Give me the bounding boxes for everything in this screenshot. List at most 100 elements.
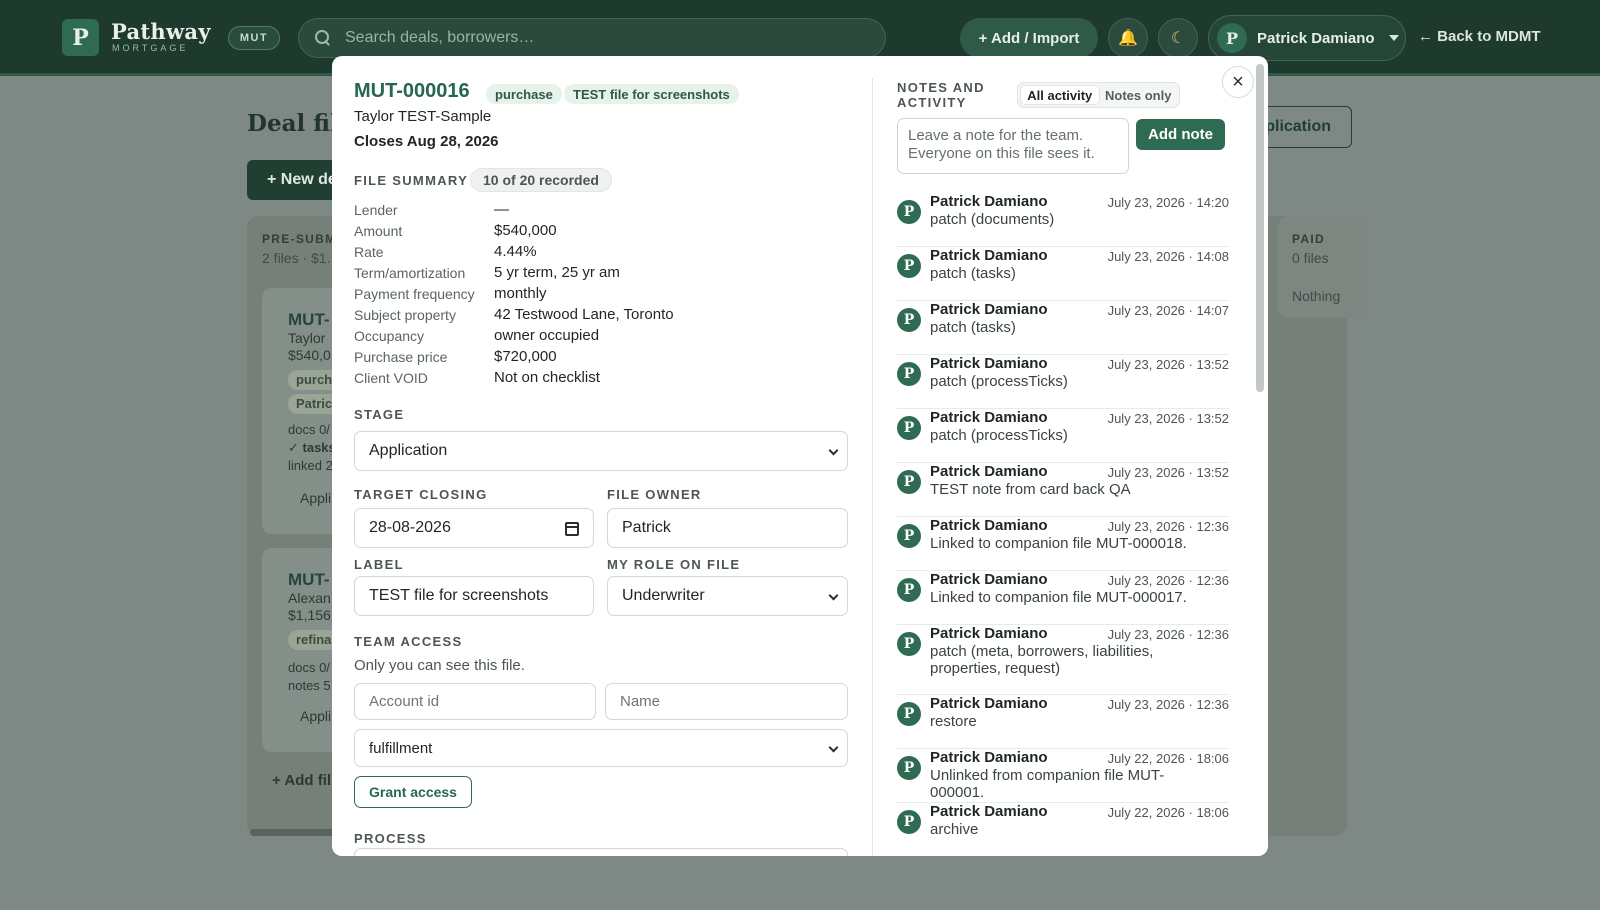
summary-label: Rate (354, 244, 384, 260)
access-role-select[interactable]: fulfillment (354, 729, 848, 767)
environment-badge: MUT (228, 26, 280, 50)
summary-value: owner occupied (494, 327, 600, 344)
add-file-button[interactable]: + Add fil (272, 772, 331, 789)
activity-text: Linked to companion file MUT-000017. (930, 589, 1187, 606)
activity-item: P Patrick Damiano July 23, 2026 · 13:52 pat… (897, 409, 1229, 463)
column-paid: PAID 0 files Nothing (1278, 216, 1368, 318)
card-amount: $1,156 (288, 607, 331, 623)
activity-text: Linked to companion file MUT-000018. (930, 535, 1187, 552)
activity-timestamp: July 23, 2026 · 13:52 (1107, 357, 1229, 372)
activity-item: P Patrick Damiano July 23, 2026 · 12:36 Lin… (897, 571, 1229, 625)
notes-activity-panel: NOTES AND ACTIVITY All activity Notes on… (897, 56, 1237, 856)
target-closing-date-input[interactable]: 28-08-2026 (354, 508, 594, 548)
user-menu[interactable]: P Patrick Damiano (1208, 15, 1406, 61)
avatar: P (897, 810, 921, 834)
activity-timestamp: July 23, 2026 · 14:08 (1107, 249, 1229, 264)
avatar: P (897, 702, 921, 726)
theme-toggle-button[interactable]: ☾ (1158, 18, 1198, 58)
moon-icon: ☾ (1170, 30, 1186, 47)
activity-author: Patrick Damiano (930, 625, 1048, 642)
deal-type-chip: purchase (486, 84, 562, 104)
note-input[interactable] (897, 118, 1129, 174)
column-summary: 0 files (1292, 250, 1329, 266)
borrower-name: Taylor TEST-Sample (354, 108, 492, 125)
file-owner-value: Patrick (622, 519, 671, 536)
panel-divider (872, 78, 873, 856)
label-input[interactable]: TEST file for screenshots (354, 576, 594, 616)
avatar: P (897, 416, 921, 440)
avatar: P (897, 200, 921, 224)
avatar: P (1217, 23, 1247, 53)
column-header-paid: PAID (1292, 232, 1325, 246)
search-input[interactable] (345, 29, 845, 47)
column-header-pre-submission: PRE-SUBM (262, 232, 337, 246)
activity-timestamp: July 22, 2026 · 18:06 (1107, 805, 1229, 820)
activity-text: patch (documents) (930, 211, 1055, 228)
activity-timestamp: July 23, 2026 · 14:20 (1107, 195, 1229, 210)
logo-name[interactable]: Pathway (111, 19, 211, 44)
activity-filter-toggle[interactable]: All activity Notes only (1017, 82, 1180, 108)
chevron-down-icon (828, 445, 839, 456)
card-file-id: MUT- (288, 310, 330, 329)
member-name-placeholder: Name (620, 693, 661, 710)
account-id-input[interactable]: Account id (354, 683, 596, 720)
user-name: Patrick Damiano (1257, 29, 1375, 47)
activity-text: patch (processTicks) (930, 427, 1068, 444)
avatar: P (897, 524, 921, 548)
summary-label: Payment frequency (354, 286, 475, 302)
activity-text: restore (930, 713, 977, 730)
file-owner-heading: FILE OWNER (607, 487, 702, 502)
member-name-input[interactable]: Name (605, 683, 848, 720)
add-import-button[interactable]: + Add / Import (960, 18, 1098, 58)
card-line: docs 0/ (288, 660, 330, 675)
file-id: MUT-000016 (354, 80, 470, 102)
stage-select[interactable]: Application (354, 431, 848, 471)
back-to-mdmt-link[interactable]: ← Back to MDMT (1418, 28, 1541, 45)
activity-text: TEST note from card back QA (930, 481, 1131, 498)
global-search[interactable] (298, 18, 886, 58)
notifications-button[interactable]: 🔔 (1108, 18, 1148, 58)
card-line: docs 0/ (288, 422, 330, 437)
file-owner-input[interactable]: Patrick (607, 508, 848, 548)
activity-item: P Patrick Damiano July 22, 2026 · 18:06 Unl… (897, 749, 1229, 803)
activity-timestamp: July 23, 2026 · 13:52 (1107, 411, 1229, 426)
stage-heading: STAGE (354, 407, 405, 422)
activity-text: patch (tasks) (930, 265, 1016, 282)
file-label-chip: TEST file for screenshots (564, 84, 739, 104)
activity-item: P Patrick Damiano July 23, 2026 · 14:07 pat… (897, 301, 1229, 355)
avatar: P (897, 578, 921, 602)
avatar: P (897, 756, 921, 780)
process-heading: PROCESS (354, 831, 427, 846)
summary-label: Subject property (354, 307, 456, 323)
calendar-icon[interactable] (565, 522, 579, 536)
board-horizontal-scrollbar[interactable] (250, 829, 340, 836)
logo-mark[interactable]: P (62, 19, 99, 56)
avatar: P (897, 308, 921, 332)
activity-text: patch (meta, borrowers, liabilities, pro… (930, 643, 1154, 677)
my-role-select[interactable]: Underwriter (607, 576, 848, 616)
activity-author: Patrick Damiano (930, 517, 1048, 534)
notes-heading: NOTES AND ACTIVITY (897, 80, 985, 110)
deal-file-modal: MUT-000016 purchase TEST file for screen… (332, 56, 1268, 856)
my-role-heading: MY ROLE ON FILE (607, 557, 741, 572)
close-icon: × (1232, 70, 1244, 93)
add-note-button[interactable]: Add note (1136, 119, 1225, 150)
filter-all-activity[interactable]: All activity (1020, 85, 1100, 105)
activity-author: Patrick Damiano (930, 571, 1048, 588)
close-modal-button[interactable]: × (1222, 66, 1254, 98)
process-section[interactable] (354, 848, 848, 856)
summary-value: — (494, 201, 509, 218)
summary-label: Purchase price (354, 349, 448, 365)
activity-author: Patrick Damiano (930, 193, 1048, 210)
modal-scrollbar-thumb[interactable] (1256, 64, 1264, 392)
logo-subtitle: MORTGAGE (112, 43, 189, 53)
summary-label: Amount (354, 223, 403, 239)
column-empty-text: Nothing (1292, 288, 1341, 304)
summary-value: Not on checklist (494, 369, 600, 386)
summary-label: Term/amortization (354, 265, 466, 281)
grant-access-button[interactable]: Grant access (354, 776, 472, 808)
target-closing-value: 28-08-2026 (369, 519, 451, 536)
filter-notes-only[interactable]: Notes only (1100, 85, 1178, 105)
activity-author: Patrick Damiano (930, 803, 1048, 820)
summary-value: 42 Testwood Lane, Toronto (494, 306, 674, 323)
